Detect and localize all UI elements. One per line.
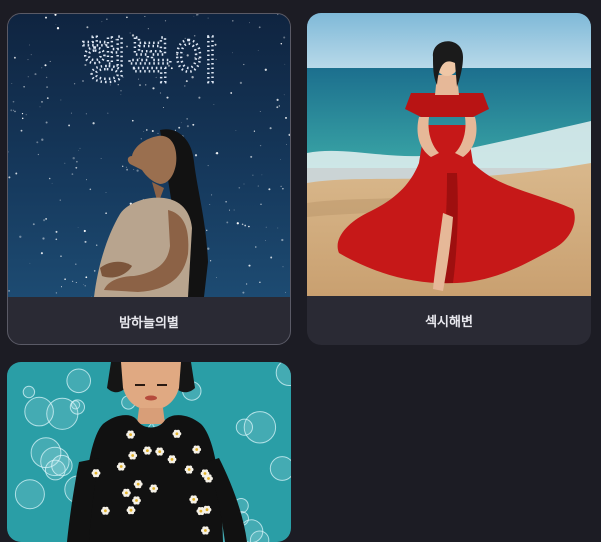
card-caption: 밤하늘의별 <box>119 316 179 331</box>
bubbles-thumbnail <box>7 362 291 542</box>
beach-thumbnail <box>307 13 591 296</box>
starry-night-thumbnail: 행복이 <box>8 14 290 297</box>
style-card-bubbles[interactable] <box>7 362 291 542</box>
card-caption: 섹시해변 <box>425 315 473 330</box>
style-card-sexy-beach[interactable]: 섹시해변 <box>307 13 591 345</box>
sky-lettering: 행복이 <box>81 32 219 90</box>
style-card-starry-night[interactable]: 행복이 밤하늘의별 <box>7 13 291 345</box>
